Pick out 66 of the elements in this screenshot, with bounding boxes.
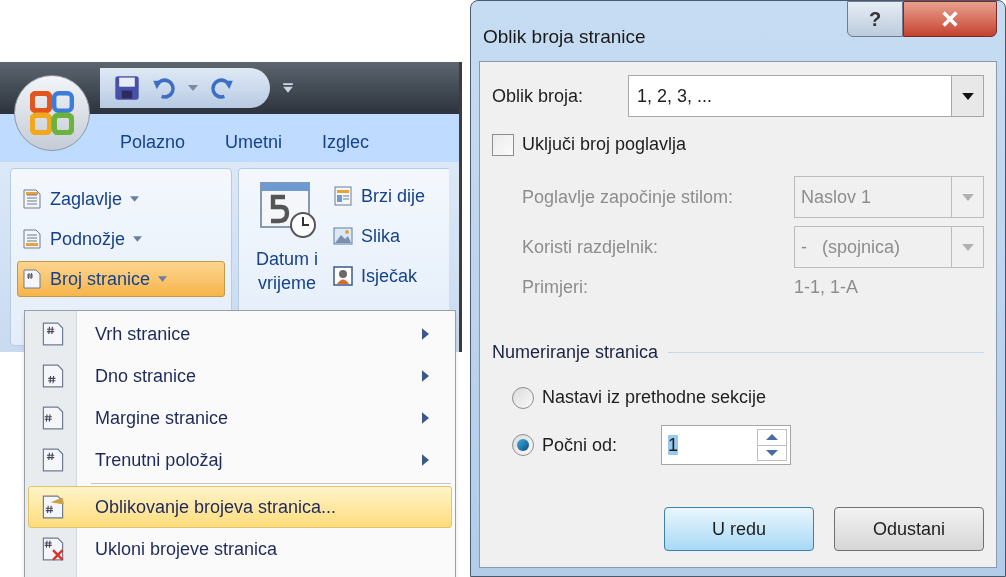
menu-item[interactable]: Vrh stranice (28, 313, 452, 355)
caret-icon (961, 92, 974, 100)
page-number-icon (41, 447, 65, 473)
menu-item[interactable]: Oblikovanje brojeva stranica... (28, 486, 452, 528)
number-format-dropdown[interactable]: 1, 2, 3, ... (628, 75, 984, 117)
help-button[interactable]: ? (847, 1, 903, 37)
document-icon (22, 188, 42, 210)
submenu-arrow-icon (422, 328, 429, 340)
dialog-button[interactable]: U redu (664, 507, 814, 551)
field-label: Primjeri: (522, 276, 589, 299)
dropdown-caret-icon[interactable] (188, 84, 198, 92)
radio-button[interactable] (512, 434, 534, 456)
radio-label: Počni od: (542, 433, 618, 457)
picture-icon (333, 226, 353, 246)
ribbon-button[interactable]: Isječak (333, 259, 426, 293)
dialog-title: Oblik broja stranice (483, 25, 646, 49)
caret-icon (961, 193, 974, 201)
ribbon-dropdown-button[interactable]: Podnožje (17, 221, 225, 257)
dialog-button[interactable]: Odustani (834, 507, 984, 551)
caret-icon (130, 196, 140, 202)
up-arrow-icon[interactable] (766, 434, 779, 441)
ribbon-button[interactable]: Slika (333, 219, 426, 253)
submenu-arrow-icon (422, 454, 429, 466)
caret-icon (961, 243, 974, 251)
ribbon-dropdown-button[interactable]: Zaglavlje (17, 181, 225, 217)
field-label: Poglavlje započinje stilom: (522, 185, 735, 209)
page-number-icon (41, 321, 65, 347)
radio-label: Nastavi iz prethodne sekcije (542, 386, 767, 409)
document-icon (22, 268, 42, 290)
page-number-icon (41, 536, 65, 562)
office-logo-icon (30, 91, 74, 135)
page-number-icon (41, 363, 65, 389)
close-button[interactable] (903, 1, 997, 37)
submenu-arrow-icon (422, 412, 429, 424)
checkbox-label: Uključi broj poglavlja (522, 133, 687, 156)
ribbon-dropdown-button[interactable]: Broj stranice (17, 261, 225, 297)
calendar-clock-icon (257, 179, 317, 239)
close-icon (941, 11, 959, 27)
customize-toolbar-icon[interactable] (282, 82, 294, 94)
menu-item[interactable]: Trenutni položaj (28, 439, 452, 481)
quick-parts-icon (333, 185, 353, 207)
field-label: Koristi razdjelnik: (522, 235, 660, 259)
checkbox[interactable] (492, 133, 514, 156)
caret-icon (133, 236, 143, 242)
document-icon (22, 228, 42, 250)
down-arrow-icon[interactable] (766, 449, 779, 456)
undo-icon[interactable] (152, 76, 176, 100)
ribbon-button[interactable]: Brzi dije (333, 179, 426, 213)
redo-icon[interactable] (210, 76, 234, 100)
start-number-spinner[interactable]: 1 (661, 425, 792, 465)
menu-item[interactable]: Margine stranice (28, 397, 452, 439)
ribbon-tab[interactable]: Izglec (322, 129, 370, 156)
menu-item[interactable]: Ukloni brojeve stranica (28, 528, 452, 570)
examples-value: 1-1, 1-A (794, 276, 859, 299)
ribbon-tab[interactable]: Umetni (225, 129, 283, 156)
caret-icon (158, 276, 168, 282)
page-number-icon (41, 494, 65, 520)
save-icon[interactable] (114, 75, 140, 101)
submenu-arrow-icon (422, 370, 429, 382)
section-title: Numeriranje stranica (492, 341, 659, 364)
menu-item[interactable]: Dno stranice (28, 355, 452, 397)
radio-button[interactable] (512, 386, 534, 409)
clip-art-icon (333, 266, 353, 286)
page-number-icon (41, 405, 65, 431)
field-label: Oblik broja: (492, 84, 585, 108)
ribbon-tab[interactable]: Polazno (120, 129, 186, 156)
